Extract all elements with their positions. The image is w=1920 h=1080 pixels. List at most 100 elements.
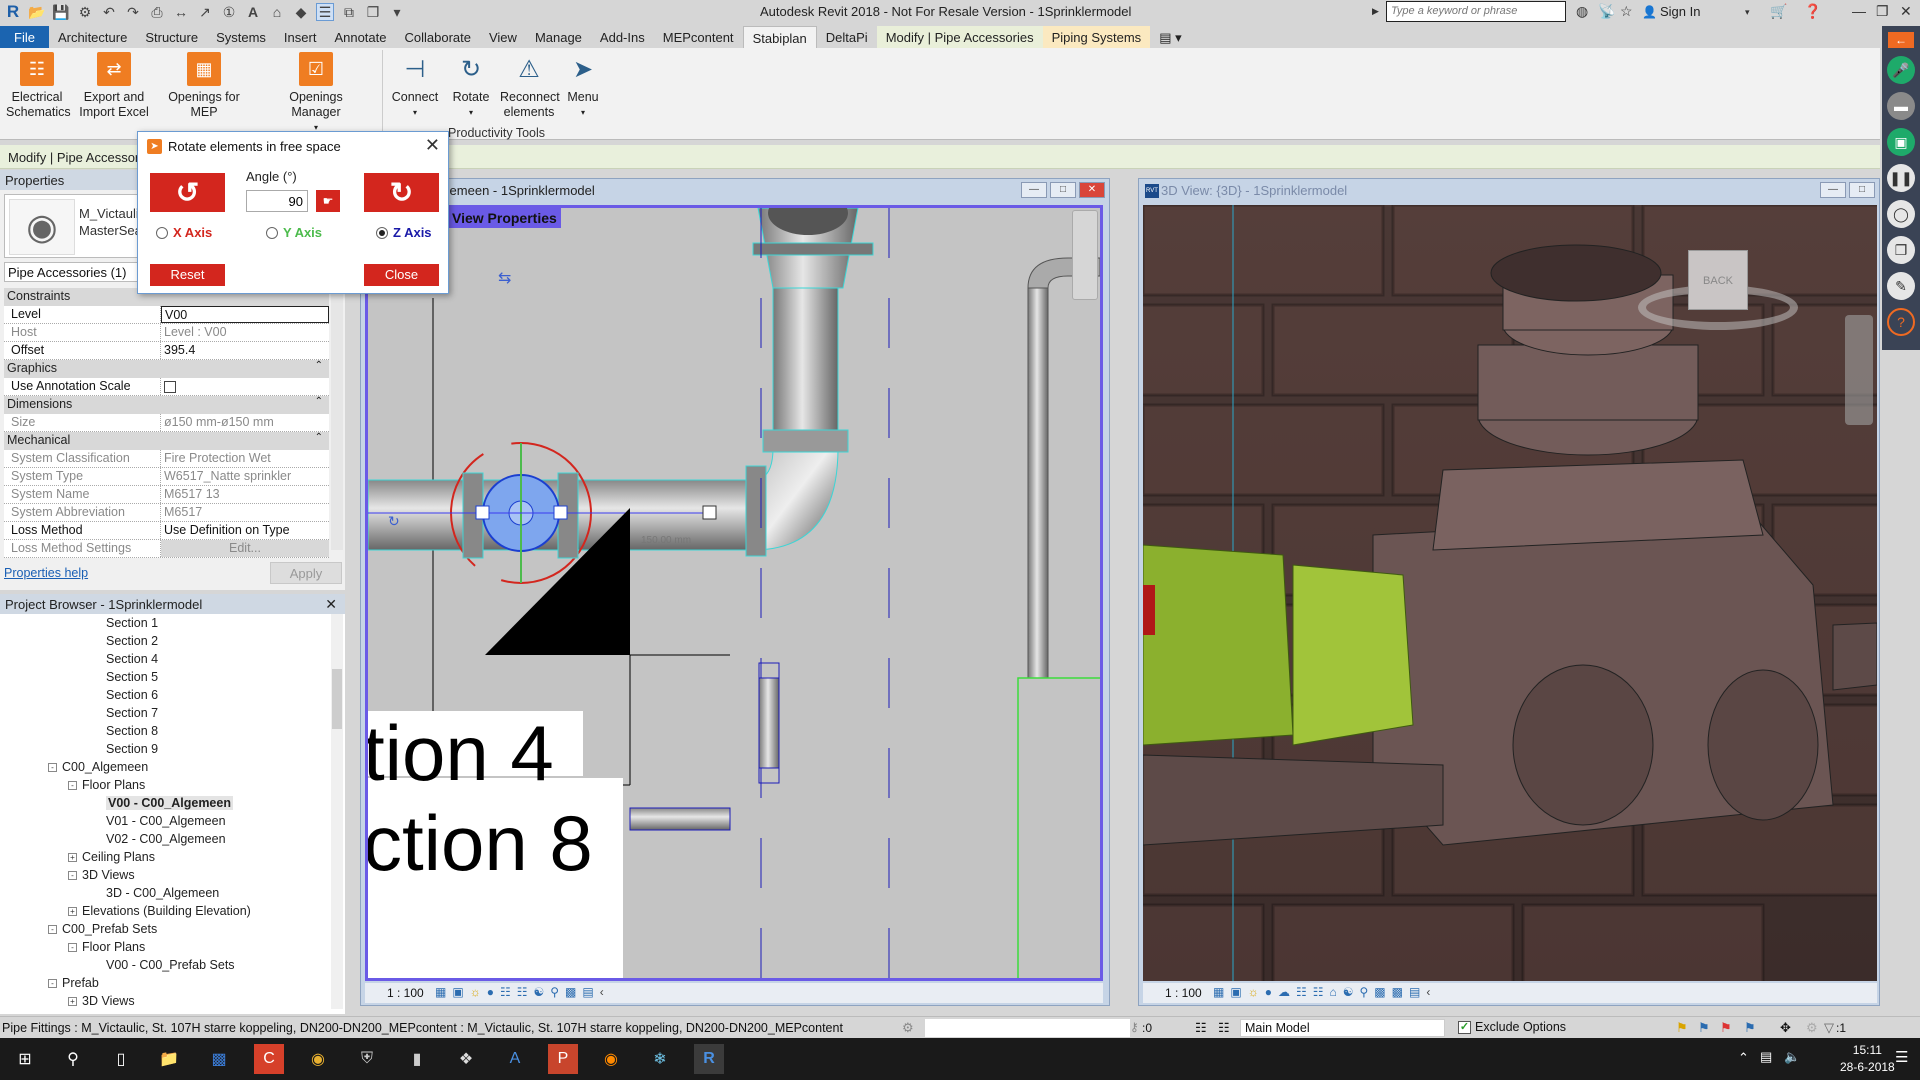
view-scale[interactable]: 1 : 100 (1165, 986, 1202, 1000)
tag-icon[interactable]: ① (220, 3, 238, 21)
tab-modify-pipe-accessories[interactable]: Modify | Pipe Accessories (876, 26, 1043, 48)
menu-button[interactable]: ➤ Menu ▾ (562, 52, 604, 120)
select-pinned-icon[interactable]: ⚑ (1720, 1020, 1732, 1036)
properties-scrollbar[interactable] (331, 288, 343, 550)
tab-insert[interactable]: Insert (275, 26, 326, 48)
analytical-model-icon[interactable]: ▩ (565, 985, 576, 999)
chrome-icon[interactable]: ◉ (303, 1044, 333, 1074)
microphone-icon[interactable]: 🎤 (1887, 56, 1915, 84)
viewcube-back-face[interactable]: BACK (1688, 250, 1748, 310)
camtasia-icon[interactable]: C (254, 1044, 284, 1074)
browser-item[interactable]: +3D Views (68, 994, 135, 1008)
sign-in-dropdown-icon[interactable]: ▾ (1745, 7, 1750, 18)
viewcube[interactable]: BACK (1633, 250, 1803, 340)
constraints-icon[interactable]: ▤ (582, 985, 593, 999)
browser-item[interactable]: Section 4 (106, 652, 158, 666)
screen-icon[interactable]: ▣ (1887, 128, 1915, 156)
subscription-icon[interactable]: 📡 (1598, 3, 1615, 20)
favorites-star-icon[interactable]: ☆ (1620, 3, 1633, 20)
maximize-icon[interactable]: □ (1050, 182, 1076, 198)
sun-path-icon[interactable]: ☼ (1248, 985, 1259, 999)
scroll-left-icon[interactable]: ‹ (1426, 985, 1430, 999)
tab-file[interactable]: File (0, 26, 49, 48)
shadows-icon[interactable]: ● (487, 985, 494, 999)
browser-item[interactable]: - Floor Plans (68, 940, 145, 954)
browser-item[interactable]: - C00_Algemeen (48, 760, 148, 774)
temp-hide-icon[interactable]: ☯ (533, 985, 544, 999)
browser-item[interactable]: Section 5 (106, 670, 158, 684)
customize-qat-icon[interactable]: ▾ (388, 3, 406, 21)
sign-in-link[interactable]: Sign In (1660, 4, 1700, 19)
notifications-icon[interactable]: ☰ (1895, 1048, 1908, 1066)
expand-search-icon[interactable]: ▶ (1372, 6, 1379, 17)
start-icon[interactable]: ⊞ (10, 1044, 40, 1074)
tool-app-icon[interactable]: ❖ (451, 1044, 481, 1074)
apply-button[interactable]: Apply (270, 562, 342, 584)
webcam-icon[interactable]: ▬ (1887, 92, 1915, 120)
windows-icon[interactable]: ❐ (1887, 236, 1915, 264)
pause-icon[interactable]: ❚❚ (1887, 164, 1915, 192)
visual-style-icon[interactable]: ▣ (1230, 985, 1241, 999)
redo-icon[interactable]: ↷ (124, 3, 142, 21)
exclude-options-toggle[interactable]: ✓ Exclude Options (1458, 1020, 1566, 1034)
tab-collaborate[interactable]: Collaborate (395, 26, 480, 48)
shield-app-icon[interactable]: ⛨ (352, 1044, 382, 1074)
minimize-icon[interactable]: — (1820, 182, 1846, 198)
browser-item[interactable]: V01 - C00_Algemeen (106, 814, 226, 828)
expand-toggle-icon[interactable]: + (68, 906, 77, 916)
reveal-hidden-icon[interactable]: ⚲ (1359, 985, 1368, 999)
level-field[interactable]: V00 (161, 306, 329, 323)
close-button[interactable]: Close (364, 264, 439, 286)
lock-view-icon[interactable]: ⌂ (1329, 985, 1336, 999)
openings-manager-button[interactable]: ☑ Openings Manager ▾ (264, 52, 368, 135)
collapse-toggle-icon[interactable]: - (68, 780, 77, 790)
reset-button[interactable]: Reset (150, 264, 225, 286)
export-import-excel-button[interactable]: ⇄ Export and Import Excel (78, 52, 150, 120)
revit-logo-icon[interactable]: R (4, 2, 22, 21)
collapse-toggle-icon[interactable]: - (68, 870, 77, 880)
expand-toggle-icon[interactable]: + (68, 996, 77, 1006)
filter-icon[interactable]: ▽ (1824, 1020, 1834, 1036)
browser-item[interactable]: Section 9 (106, 742, 158, 756)
navigation-bar[interactable] (1072, 210, 1098, 300)
firefox-icon[interactable]: ◉ (596, 1044, 626, 1074)
exclude-options-checkbox[interactable]: ✓ (1458, 1020, 1471, 1034)
background-processes-icon[interactable]: ⚙ (1806, 1020, 1818, 1036)
close-icon[interactable]: ✕ (325, 596, 337, 613)
navigation-bar[interactable] (1845, 315, 1873, 425)
annotation-scale-checkbox[interactable] (164, 381, 176, 393)
browser-item[interactable]: Section 1 (106, 616, 158, 630)
tab-deltapi[interactable]: DeltaPi (817, 26, 877, 48)
scrollbar-thumb[interactable] (332, 669, 342, 729)
select-underlay-icon[interactable]: ⚑ (1698, 1020, 1710, 1036)
visual-style-icon[interactable]: ▣ (452, 985, 463, 999)
sun-path-icon[interactable]: ☼ (470, 985, 481, 999)
user-icon[interactable]: 👤 (1642, 5, 1657, 19)
collapse-toggle-icon[interactable]: - (48, 978, 57, 988)
tab-stabiplan[interactable]: Stabiplan (742, 26, 817, 48)
angle-input[interactable] (246, 190, 308, 212)
save-icon[interactable]: 💾 (52, 3, 70, 21)
detail-level-icon[interactable]: ▦ (1213, 985, 1224, 999)
mouse-icon[interactable]: ◯ (1887, 200, 1915, 228)
browser-item[interactable]: Section 7 (106, 706, 158, 720)
3d-canvas[interactable]: BACK (1143, 205, 1877, 981)
rotate-counterclockwise-button[interactable]: ↺ (150, 173, 225, 212)
volume-icon[interactable]: 🔈 (1784, 1049, 1800, 1065)
search-icon[interactable]: ⚲ (58, 1044, 88, 1074)
group-dimensions[interactable]: Dimensions ⌃ (4, 396, 329, 414)
autocad-icon[interactable]: A (500, 1044, 530, 1074)
aligned-dimension-icon[interactable]: ↗ (196, 3, 214, 21)
group-mechanical[interactable]: Mechanical ⌃ (4, 432, 329, 450)
open-icon[interactable]: 📂 (28, 3, 46, 21)
help-icon[interactable]: ❓ (1804, 3, 1821, 20)
network-icon[interactable]: ▤ (1760, 1049, 1772, 1065)
tab-view[interactable]: View (480, 26, 526, 48)
shadows-icon[interactable]: ● (1265, 985, 1272, 999)
offset-field[interactable]: 395.4 (161, 342, 329, 359)
network-app-icon[interactable]: ▩ (204, 1044, 234, 1074)
close-icon[interactable]: ✕ (1079, 182, 1105, 198)
browser-item[interactable]: Section 8 (106, 724, 158, 738)
text-icon[interactable]: A (244, 3, 262, 21)
snowflake-app-icon[interactable]: ❄ (645, 1044, 675, 1074)
